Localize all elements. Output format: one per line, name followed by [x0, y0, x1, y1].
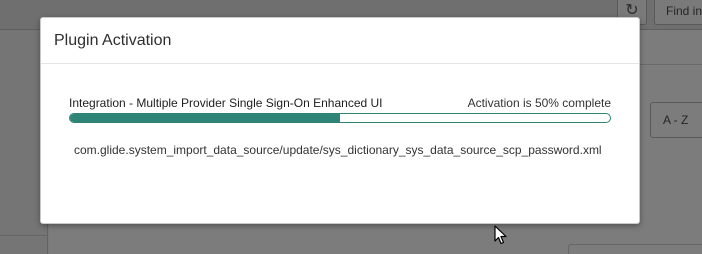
dialog-body: Integration - Multiple Provider Single S…	[41, 95, 639, 158]
find-button-label: Find in	[666, 4, 702, 18]
background-panel	[568, 244, 702, 254]
activation-progress-bar	[69, 113, 611, 123]
sort-az-label: A - Z	[663, 113, 689, 127]
screen: ↻ Find in A - Z Plugin Activation Integr…	[0, 0, 702, 254]
sort-az-button[interactable]: A - Z	[650, 102, 702, 138]
dialog-header: Plugin Activation	[41, 18, 639, 64]
activation-status: Activation is 50% complete	[467, 96, 611, 110]
find-button[interactable]: Find in	[654, 0, 702, 25]
plugin-name: Integration - Multiple Provider Single S…	[69, 96, 383, 110]
plugin-activation-dialog: Plugin Activation Integration - Multiple…	[40, 17, 640, 224]
background-divider	[0, 235, 48, 236]
progress-detail-text: com.glide.system_import_data_source/upda…	[74, 143, 602, 157]
dialog-title: Plugin Activation	[54, 31, 172, 49]
progress-bar-fill	[70, 114, 340, 122]
mouse-pointer-icon	[494, 225, 507, 245]
progress-labels: Integration - Multiple Provider Single S…	[69, 95, 611, 111]
